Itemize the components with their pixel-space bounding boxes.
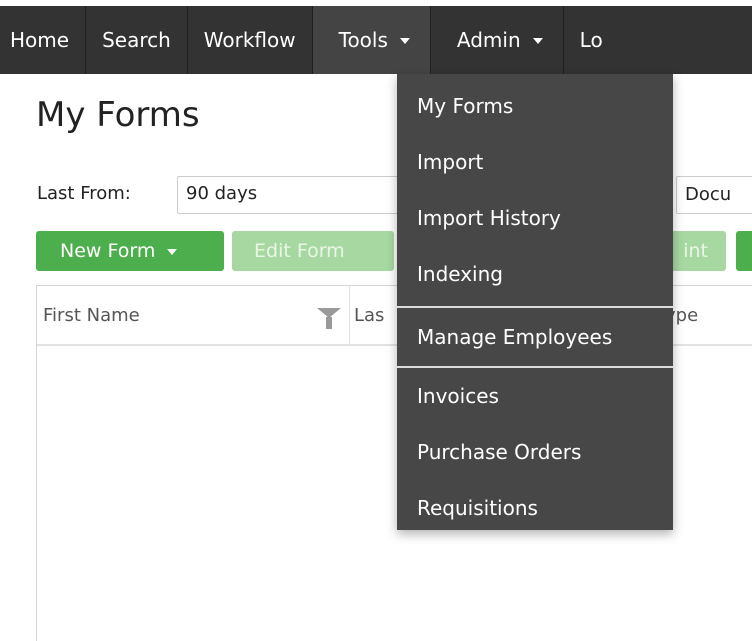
column-first-name[interactable]: First Name xyxy=(43,286,347,344)
caret-down-icon xyxy=(532,38,543,44)
menu-item-import-history[interactable]: Import History xyxy=(397,194,673,250)
edit-form-button[interactable]: Edit Form xyxy=(232,231,394,271)
nav-tools-label: Tools xyxy=(338,28,388,52)
nav-search-label: Search xyxy=(102,28,171,52)
nav-home[interactable]: Home xyxy=(0,6,87,74)
column-type[interactable]: ype xyxy=(665,286,745,344)
menu-item-manage-employees[interactable]: Manage Employees xyxy=(397,308,673,366)
last-from-value: 90 days xyxy=(186,183,258,204)
nav-logout-label: Lo xyxy=(579,28,603,52)
page-title: My Forms xyxy=(36,95,200,135)
last-from-select[interactable]: 90 days xyxy=(177,176,407,214)
page: Home Search Workflow Tools Admin Lo My F… xyxy=(0,0,752,641)
last-from-label: Last From: xyxy=(37,183,131,204)
nav-workflow[interactable]: Workflow xyxy=(188,6,313,74)
nav-admin[interactable]: Admin xyxy=(431,6,564,74)
nav-home-label: Home xyxy=(10,28,70,52)
menu-item-import[interactable]: Import xyxy=(397,138,673,194)
nav-logout[interactable]: Lo xyxy=(564,6,619,74)
column-first-name-label: First Name xyxy=(43,304,140,326)
nav-tools[interactable]: Tools xyxy=(312,6,431,74)
document-type-field[interactable]: Docu xyxy=(676,176,752,214)
filter-icon[interactable] xyxy=(317,308,341,329)
menu-item-requisitions[interactable]: Requisitions xyxy=(397,480,673,536)
edit-form-label: Edit Form xyxy=(254,240,345,262)
document-type-label: Docu xyxy=(685,184,732,205)
new-form-button[interactable]: New Form xyxy=(36,231,224,271)
caret-down-icon xyxy=(167,249,178,255)
menu-item-indexing[interactable]: Indexing xyxy=(397,250,673,306)
nav-search[interactable]: Search xyxy=(86,6,188,74)
column-last-name-label: Las xyxy=(354,304,385,326)
new-form-label: New Form xyxy=(60,240,156,262)
menu-item-invoices[interactable]: Invoices xyxy=(397,368,673,424)
main-navbar: Home Search Workflow Tools Admin Lo xyxy=(0,6,752,74)
nav-workflow-label: Workflow xyxy=(203,28,296,52)
nav-admin-label: Admin xyxy=(456,28,521,52)
menu-item-purchase-orders[interactable]: Purchase Orders xyxy=(397,424,673,480)
menu-item-my-forms[interactable]: My Forms xyxy=(397,82,673,138)
caret-down-icon xyxy=(399,38,410,44)
extra-action-button[interactable] xyxy=(736,231,752,271)
print-label: int xyxy=(683,240,708,262)
tools-dropdown-menu: My Forms Import Import History Indexing … xyxy=(397,74,673,530)
